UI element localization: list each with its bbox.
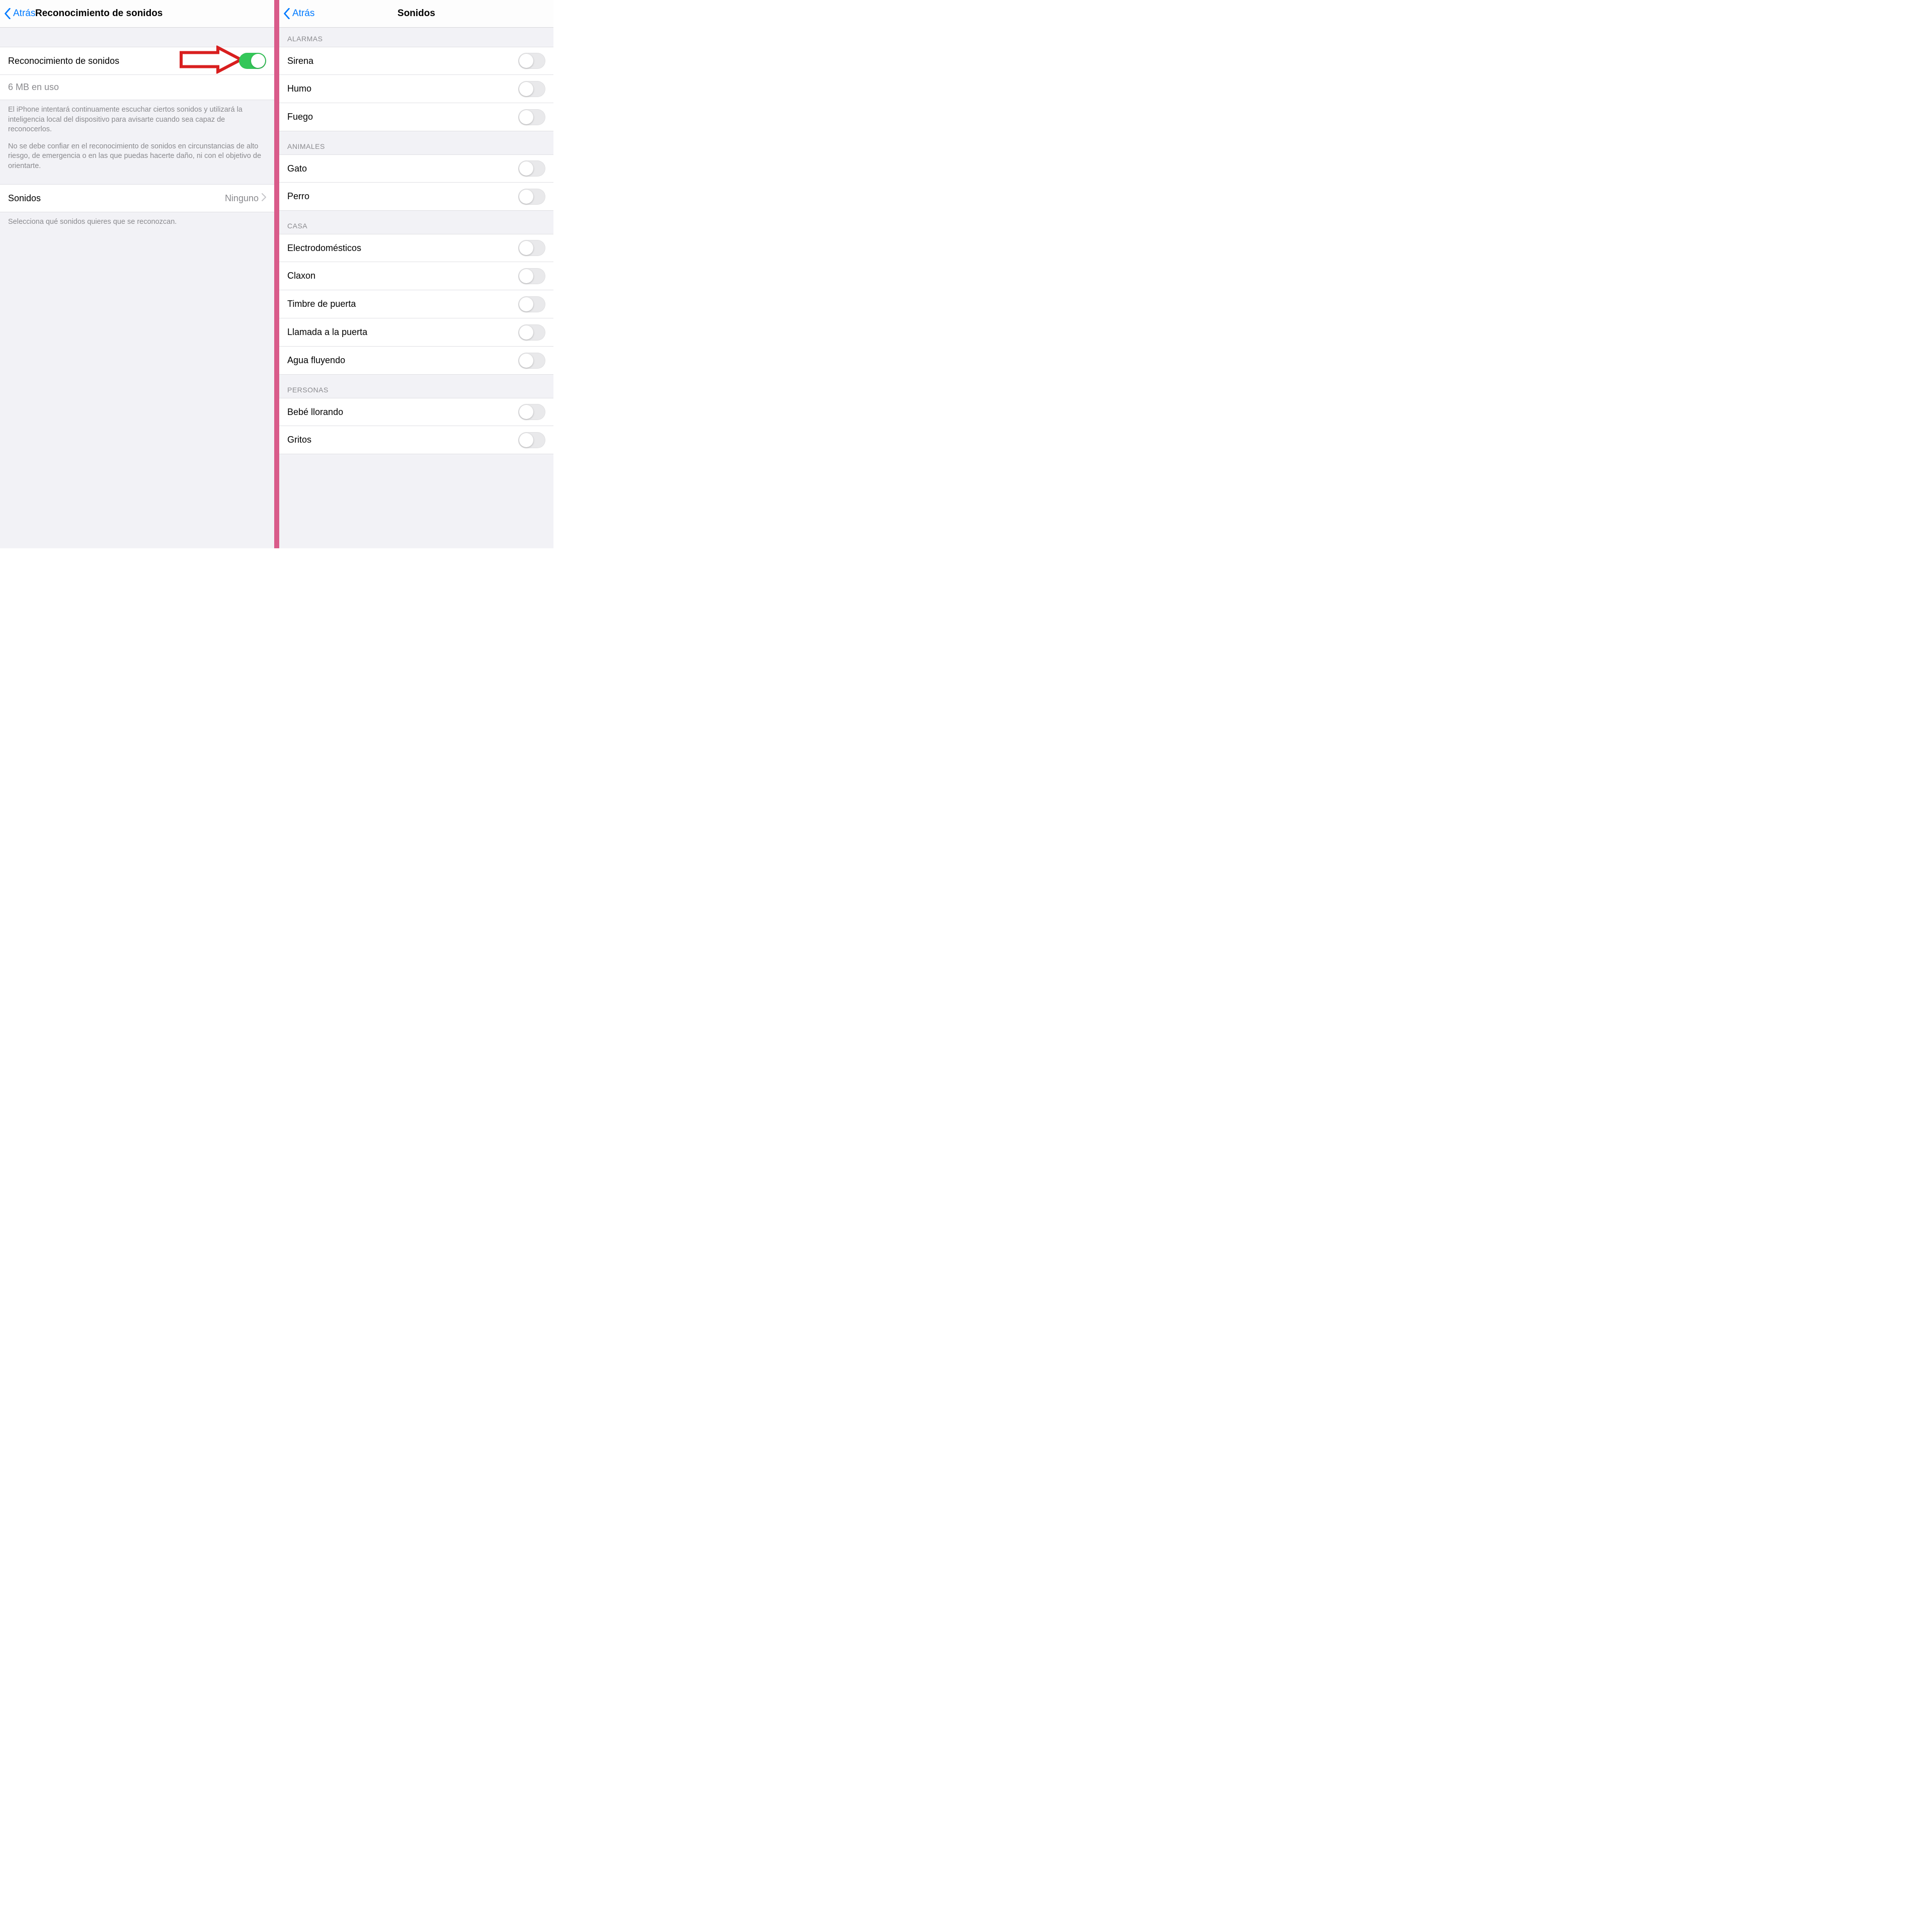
chevron-right-icon bbox=[262, 193, 266, 204]
sound-toggle[interactable] bbox=[518, 432, 545, 448]
sound-recognition-pane: Atrás Reconocimiento de sonidos Reconoci… bbox=[0, 0, 274, 548]
sound-label: Timbre de puerta bbox=[287, 299, 518, 309]
sound-toggle-row[interactable]: Fuego bbox=[279, 103, 553, 131]
sound-toggle-row[interactable]: Timbre de puerta bbox=[279, 290, 553, 318]
sound-toggle-row[interactable]: Sirena bbox=[279, 47, 553, 75]
sound-toggle[interactable] bbox=[518, 189, 545, 205]
sounds-row[interactable]: Sonidos Ninguno bbox=[0, 184, 274, 212]
toggle-knob bbox=[519, 190, 533, 204]
sound-toggle[interactable] bbox=[518, 268, 545, 284]
pane-divider bbox=[274, 0, 279, 548]
sound-label: Gritos bbox=[287, 435, 518, 445]
toggle-knob bbox=[519, 405, 533, 419]
sound-toggle[interactable] bbox=[518, 109, 545, 125]
toggle-knob bbox=[519, 82, 533, 96]
sound-toggle-row[interactable]: Bebé llorando bbox=[279, 398, 553, 426]
sound-label: Humo bbox=[287, 84, 518, 94]
sound-toggle[interactable] bbox=[518, 240, 545, 256]
page-title: Reconocimiento de sonidos bbox=[35, 8, 254, 19]
sound-toggle-row[interactable]: Gritos bbox=[279, 426, 553, 454]
storage-usage: 6 MB en uso bbox=[0, 75, 274, 100]
sound-label: Llamada a la puerta bbox=[287, 327, 518, 338]
toggle-label: Reconocimiento de sonidos bbox=[8, 56, 239, 66]
sound-toggle[interactable] bbox=[518, 53, 545, 69]
sound-toggle-row[interactable]: Agua fluyendo bbox=[279, 347, 553, 375]
back-label: Atrás bbox=[13, 8, 35, 19]
sound-groups: ALARMAS Sirena Humo Fuego ANIMALES Gato Perro C… bbox=[279, 28, 553, 454]
toggle-knob bbox=[519, 241, 533, 255]
sound-toggle[interactable] bbox=[518, 296, 545, 312]
back-button[interactable]: Atrás bbox=[283, 8, 314, 19]
sound-toggle-row[interactable]: Gato bbox=[279, 154, 553, 183]
sound-label: Bebé llorando bbox=[287, 407, 518, 418]
description-1: El iPhone intentará continuamente escuch… bbox=[0, 100, 274, 135]
sound-label: Electrodomésticos bbox=[287, 243, 518, 254]
sound-label: Sirena bbox=[287, 56, 518, 66]
chevron-left-icon bbox=[4, 8, 11, 19]
sound-toggle-row[interactable]: Humo bbox=[279, 75, 553, 103]
toggle-knob bbox=[519, 433, 533, 447]
chevron-left-icon bbox=[283, 8, 290, 19]
sounds-list-pane: Atrás Sonidos ALARMAS Sirena Humo Fuego ANIM… bbox=[279, 0, 553, 548]
group-header: ANIMALES bbox=[279, 131, 553, 154]
sound-toggle[interactable] bbox=[518, 324, 545, 341]
nav-bar: Atrás Reconocimiento de sonidos bbox=[0, 0, 274, 28]
sound-label: Gato bbox=[287, 163, 518, 174]
page-title: Sonidos bbox=[279, 8, 553, 19]
nav-bar: Atrás Sonidos bbox=[279, 0, 553, 28]
toggle-knob bbox=[251, 54, 265, 68]
sound-label: Perro bbox=[287, 191, 518, 202]
sound-toggle[interactable] bbox=[518, 81, 545, 97]
toggle-knob bbox=[519, 354, 533, 368]
toggle-knob bbox=[519, 110, 533, 124]
sound-toggle-row[interactable]: Claxon bbox=[279, 262, 553, 290]
toggle-knob bbox=[519, 325, 533, 340]
group-header: ALARMAS bbox=[279, 28, 553, 47]
sound-recognition-toggle[interactable] bbox=[239, 53, 266, 69]
sound-toggle[interactable] bbox=[518, 353, 545, 369]
toggle-knob bbox=[519, 297, 533, 311]
sounds-value: Ninguno bbox=[225, 193, 259, 204]
sound-label: Fuego bbox=[287, 112, 518, 122]
sound-label: Claxon bbox=[287, 271, 518, 281]
group-header: CASA bbox=[279, 211, 553, 234]
sound-label: Agua fluyendo bbox=[287, 355, 518, 366]
sound-toggle[interactable] bbox=[518, 404, 545, 420]
toggle-knob bbox=[519, 54, 533, 68]
back-button[interactable]: Atrás bbox=[4, 8, 35, 19]
toggle-knob bbox=[519, 269, 533, 283]
sound-toggle-row[interactable]: Perro bbox=[279, 183, 553, 211]
sounds-label: Sonidos bbox=[8, 193, 225, 204]
back-label: Atrás bbox=[292, 8, 314, 19]
sound-toggle-row[interactable]: Electrodomésticos bbox=[279, 234, 553, 262]
sound-recognition-toggle-row[interactable]: Reconocimiento de sonidos bbox=[0, 47, 274, 75]
group-header: PERSONAS bbox=[279, 375, 553, 398]
sound-toggle[interactable] bbox=[518, 160, 545, 177]
description-2: No se debe confiar en el reconocimiento … bbox=[0, 135, 274, 172]
sound-toggle-row[interactable]: Llamada a la puerta bbox=[279, 318, 553, 347]
sounds-footer: Selecciona qué sonidos quieres que se re… bbox=[0, 212, 274, 227]
toggle-knob bbox=[519, 161, 533, 176]
